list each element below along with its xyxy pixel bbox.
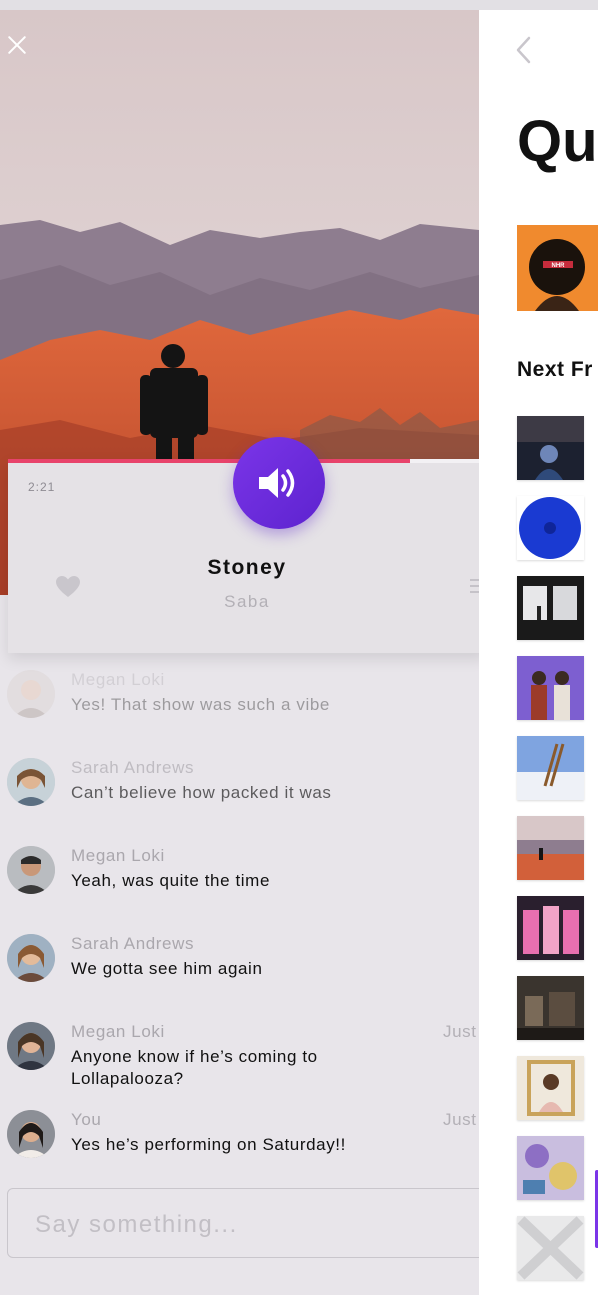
album-cover-11[interactable] <box>517 1216 584 1280</box>
message-timestamp: Just <box>443 1022 477 1041</box>
chat-message: Megan Loki Just Anyone know if he’s comi… <box>7 1022 479 1088</box>
player-pane: 2:21 Stoney Saba Megan Loki Yes! That sh… <box>0 10 479 1295</box>
message-text: Can’t believe how packed it was <box>71 783 332 802</box>
message-author: Sarah Andrews <box>71 758 195 777</box>
cover-text: NHR <box>552 263 566 269</box>
heart-icon[interactable] <box>55 575 81 599</box>
album-cover-5[interactable] <box>517 736 584 800</box>
message-timestamp: Just <box>443 1110 477 1129</box>
avatar <box>7 758 55 806</box>
avatar <box>7 670 55 718</box>
album-cover-7[interactable] <box>517 896 584 960</box>
avatar <box>7 934 55 982</box>
speaker-icon <box>259 468 295 498</box>
chat-message: You Just Yes he’s performing on Saturday… <box>7 1110 479 1160</box>
album-cover-9[interactable] <box>517 1056 584 1120</box>
message-author: Megan Loki <box>71 670 165 689</box>
album-cover-3[interactable] <box>517 576 584 640</box>
message-text: We gotta see him again <box>71 959 263 978</box>
message-text: Anyone know if he’s coming to Lollapaloo… <box>71 1047 318 1088</box>
status-bar <box>0 0 598 10</box>
back-chevron-icon[interactable] <box>515 36 531 64</box>
queue-title: Qu <box>517 109 598 174</box>
avatar <box>7 1022 55 1070</box>
avatar <box>7 1110 55 1158</box>
album-cover-6[interactable] <box>517 816 584 880</box>
now-playing-cover[interactable]: NHR <box>517 225 598 311</box>
message-text: Yes! That show was such a vibe <box>71 695 330 714</box>
chat-message: Megan Loki Yeah, was quite the time <box>7 846 479 896</box>
message-author: You <box>71 1110 102 1129</box>
message-text: Yeah, was quite the time <box>71 871 271 890</box>
chat-input[interactable]: Say something... <box>7 1188 479 1258</box>
menu-icon[interactable] <box>470 579 479 597</box>
album-cover-1[interactable] <box>517 416 584 480</box>
message-author: Megan Loki <box>71 846 165 865</box>
message-author: Sarah Andrews <box>71 934 195 953</box>
avatar <box>7 846 55 894</box>
chat-input-placeholder: Say something... <box>35 1211 238 1238</box>
album-cover-8[interactable] <box>517 976 584 1040</box>
speaker-button[interactable] <box>233 437 325 529</box>
chat-message: Sarah Andrews Can’t believe how packed i… <box>7 758 479 808</box>
queue-pane: Qu NHR Next Fr <box>479 0 598 1295</box>
album-cover-10[interactable] <box>517 1136 584 1200</box>
close-icon[interactable] <box>4 32 30 58</box>
album-cover-4[interactable] <box>517 656 584 720</box>
progress-fill <box>8 459 410 463</box>
next-from-label: Next Fr <box>517 358 593 381</box>
now-playing-card: 2:21 Stoney Saba <box>8 437 479 653</box>
message-text: Yes he’s performing on Saturday!! <box>71 1135 346 1154</box>
chat-message: Megan Loki Yes! That show was such a vib… <box>7 670 479 720</box>
album-cover-2[interactable] <box>517 496 584 560</box>
chat-message: Sarah Andrews We gotta see him again <box>7 934 479 984</box>
elapsed-time: 2:21 <box>28 480 56 494</box>
message-author: Megan Loki <box>71 1022 165 1041</box>
